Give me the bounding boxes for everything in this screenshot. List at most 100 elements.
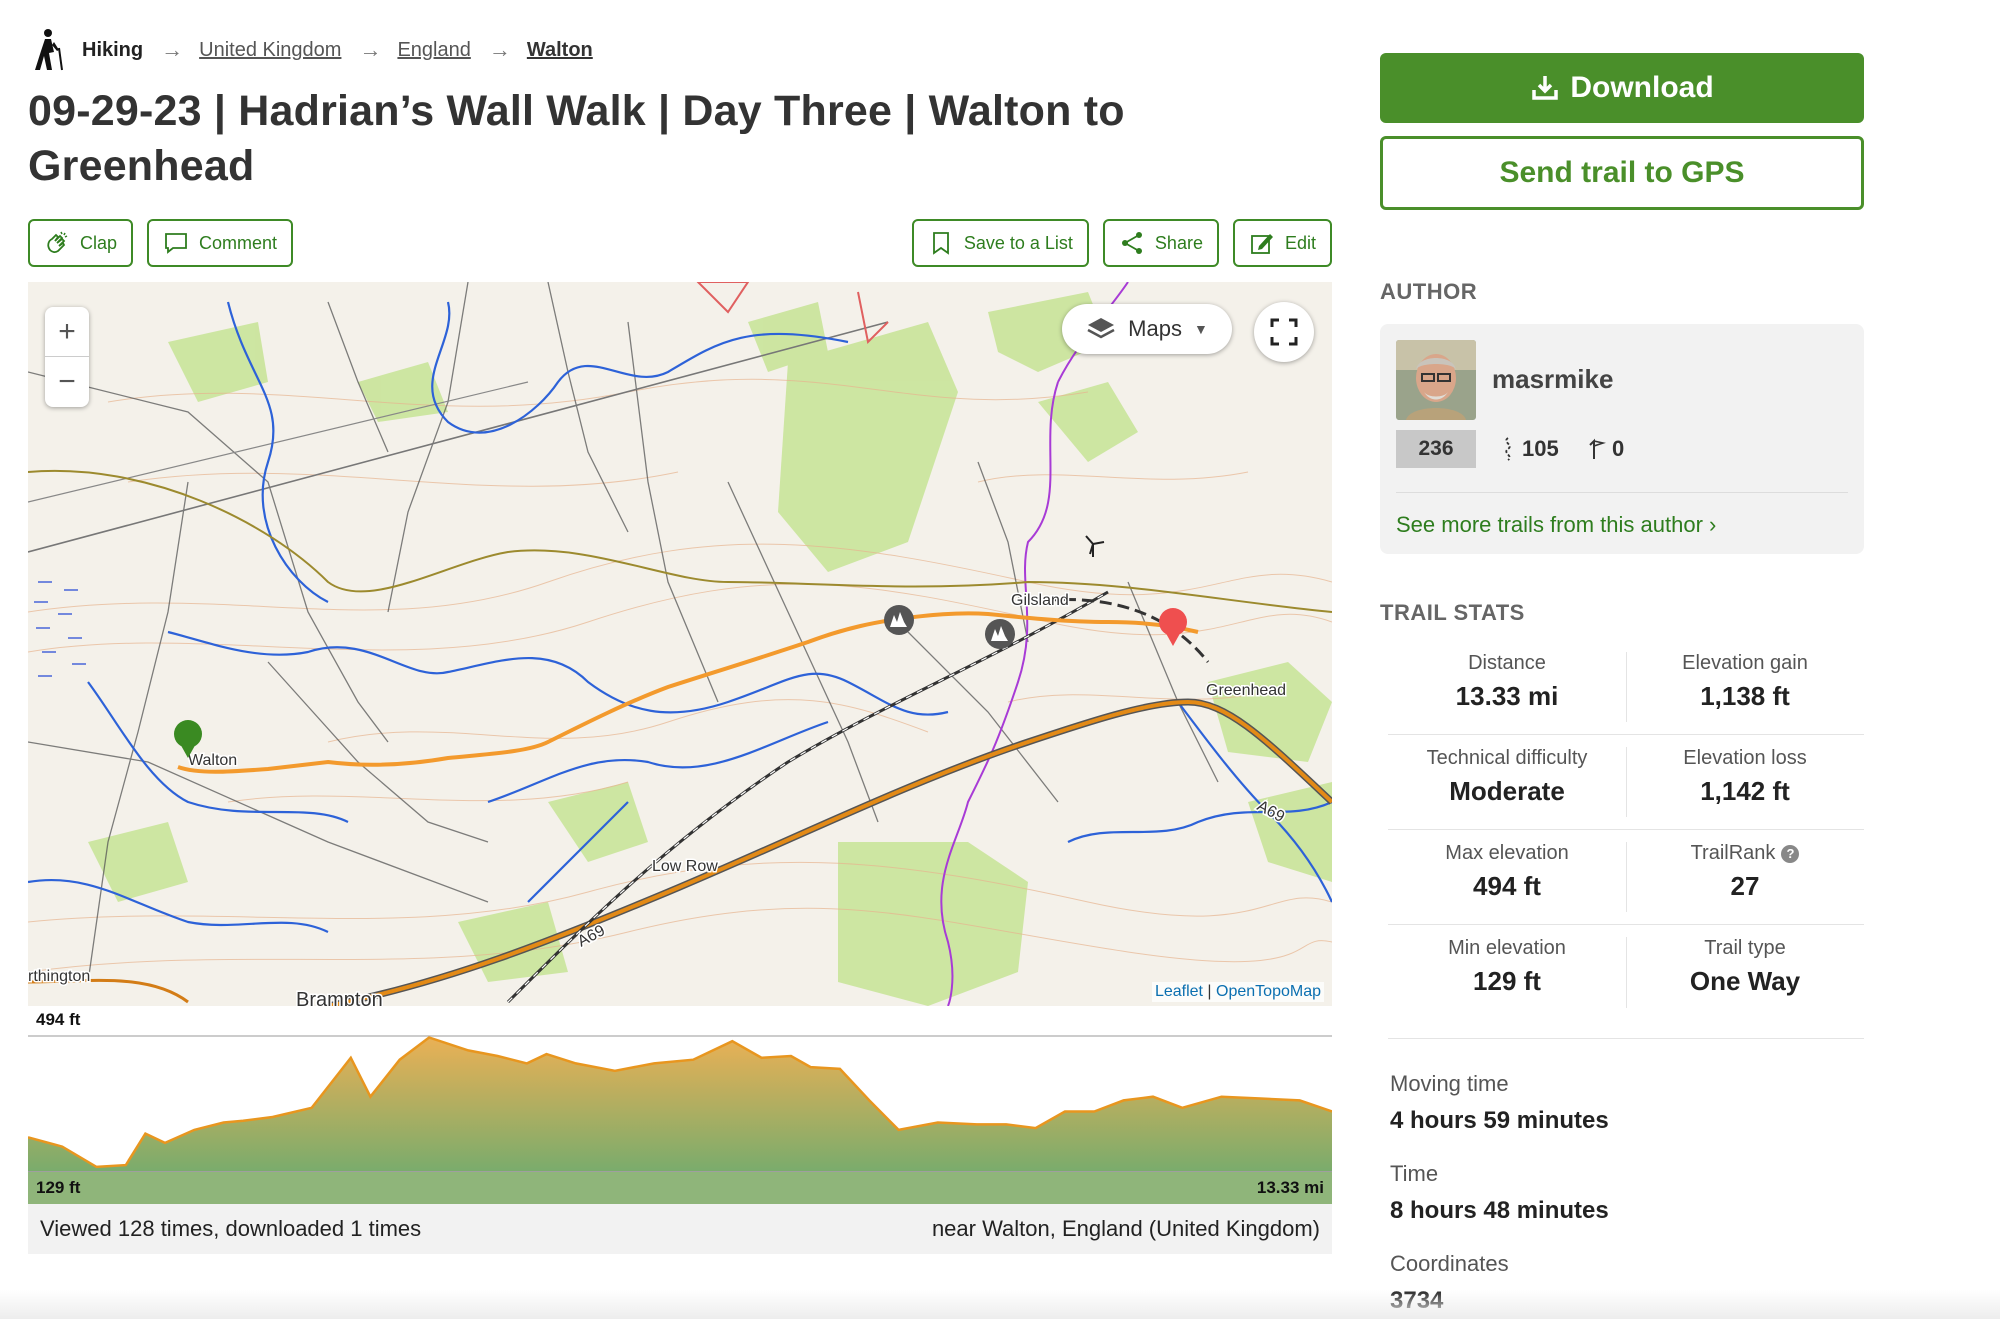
- caret-down-icon: ▼: [1193, 321, 1208, 337]
- author-rank-badge: 236: [1396, 430, 1476, 468]
- stat-value: 1,138 ft: [1700, 681, 1790, 711]
- breadcrumb: Hiking → United Kingdom → England → Walt…: [28, 28, 593, 72]
- author-flags-value: 0: [1612, 436, 1625, 461]
- author-flags-count: 0: [1588, 430, 1624, 468]
- clap-button[interactable]: Clap: [28, 219, 134, 267]
- zoom-out-button[interactable]: −: [45, 357, 89, 407]
- comment-label: Comment: [199, 232, 278, 253]
- distance-label: 13.33 mi: [1256, 1178, 1324, 1197]
- stat-elevation-gain: Elevation gain 1,138 ft: [1626, 640, 1864, 734]
- time-label: Time: [1390, 1161, 1439, 1186]
- layers-icon: [1087, 318, 1115, 339]
- trailhead-icon[interactable]: [884, 605, 914, 635]
- save-label: Save to a List: [963, 232, 1073, 253]
- elevation-chart: [27, 1035, 1333, 1204]
- avatar[interactable]: [1396, 340, 1476, 420]
- stat-label: TrailRank: [1690, 842, 1776, 864]
- stat-min-elevation: Min elevation 129 ft: [1388, 925, 1626, 1020]
- trail-icon: [1505, 437, 1511, 461]
- zoom-in-button[interactable]: +: [45, 307, 89, 357]
- elevation-area: [28, 1037, 1332, 1171]
- stat-technical-difficulty: Technical difficulty Moderate: [1388, 735, 1626, 829]
- stat-trailrank: TrailRank? 27: [1626, 830, 1864, 924]
- page-title: 09-29-23 | Hadrian’s Wall Walk | Day Thr…: [28, 87, 1125, 190]
- author-card: masrmike 236 105 0 See more trails from …: [1380, 324, 1864, 554]
- stat-distance: Distance 13.33 mi: [1388, 640, 1626, 734]
- stats-row: Min elevation 129 ft Trail type One Way: [1388, 925, 1864, 1020]
- trail-map[interactable]: Walton Gilsland Greenhead Low Row A69 A6…: [28, 282, 1332, 1006]
- breadcrumb-region[interactable]: England: [397, 39, 470, 62]
- see-more-trails-link[interactable]: See more trails from this author ›: [1396, 512, 1716, 538]
- map-tiles[interactable]: Walton Gilsland Greenhead Low Row A69 A6…: [28, 282, 1332, 1006]
- save-to-list-button[interactable]: Save to a List: [911, 219, 1089, 267]
- share-button[interactable]: Share: [1102, 219, 1219, 267]
- stat-label: Trail type: [1704, 937, 1786, 959]
- arrow-right-icon: →: [488, 37, 511, 62]
- profile-baseline-band: [28, 1172, 1332, 1204]
- comment-button[interactable]: Comment: [147, 219, 294, 267]
- map-layers-button[interactable]: Maps ▼: [1062, 304, 1232, 354]
- stat-value: One Way: [1689, 966, 1801, 996]
- stats-row: Distance 13.33 mi Elevation gain 1,138 f…: [1388, 640, 1864, 735]
- map-label-low-row: Low Row: [652, 858, 718, 875]
- stat-value: 494 ft: [1473, 871, 1541, 901]
- stats-row: Technical difficulty Moderate Elevation …: [1388, 735, 1864, 830]
- stat-label: Elevation gain: [1682, 652, 1808, 674]
- leaflet-link[interactable]: Leaflet: [1155, 983, 1203, 1000]
- share-icon: [1121, 232, 1142, 254]
- wind-turbine-icon: [1085, 535, 1105, 557]
- stat-label: Min elevation: [1448, 937, 1566, 959]
- map-label-gilsland: Gilsland: [1011, 592, 1069, 609]
- stats-row: Max elevation 494 ft TrailRank? 27: [1388, 830, 1864, 925]
- stat-value: 13.33 mi: [1455, 681, 1559, 711]
- page-bottom-fade: [0, 1290, 2000, 1319]
- edit-icon: [1251, 234, 1273, 254]
- stat-max-elevation: Max elevation 494 ft: [1388, 830, 1626, 924]
- stat-label: Max elevation: [1445, 842, 1569, 864]
- elevation-profile[interactable]: 494 ft 129 ft 13.33 mi: [27, 1006, 1333, 1204]
- map-label-greenhead: Greenhead: [1206, 682, 1286, 699]
- stat-value: 129 ft: [1473, 966, 1541, 996]
- trail-actions: Save to a List Share Edit: [911, 219, 1332, 267]
- trail-stats-grid: Distance 13.33 mi Elevation gain 1,138 f…: [1388, 640, 1864, 1020]
- time-value: 8 hours 48 minutes: [1390, 1197, 1609, 1224]
- map-label-rthington: rthington: [28, 968, 90, 985]
- help-icon[interactable]: ?: [1781, 844, 1800, 863]
- author-divider: [1396, 492, 1848, 493]
- clap-icon: [47, 231, 68, 253]
- zoom-control: + −: [45, 307, 89, 407]
- trail-location: near Walton, England (United Kingdom): [931, 1216, 1320, 1241]
- flag-icon: [1589, 438, 1606, 459]
- comment-icon: [165, 233, 187, 254]
- stat-label: Elevation loss: [1683, 747, 1807, 769]
- stat-value: 27: [1730, 871, 1760, 901]
- social-actions: Clap Comment: [28, 219, 294, 267]
- min-elevation-label: 129 ft: [36, 1178, 81, 1197]
- opentopomap-link[interactable]: OpenTopoMap: [1216, 983, 1321, 1000]
- author-name[interactable]: masrmike: [1492, 364, 1613, 395]
- download-button[interactable]: Download: [1380, 53, 1864, 123]
- stat-label: Distance: [1468, 652, 1546, 674]
- attribution-separator: |: [1202, 983, 1217, 1000]
- breadcrumb-place[interactable]: Walton: [527, 39, 593, 62]
- author-trails-count: 105: [1500, 430, 1559, 468]
- stat-label: Technical difficulty: [1426, 747, 1588, 769]
- trailhead-icon[interactable]: [985, 619, 1015, 649]
- author-trails-value: 105: [1522, 436, 1559, 461]
- end-marker-icon[interactable]: [1159, 608, 1187, 646]
- fullscreen-icon: [1270, 318, 1298, 346]
- stat-value: 1,142 ft: [1700, 776, 1790, 806]
- send-to-gps-button[interactable]: Send trail to GPS: [1380, 136, 1864, 210]
- fullscreen-button[interactable]: [1254, 302, 1314, 362]
- edit-button[interactable]: Edit: [1232, 219, 1332, 267]
- breadcrumb-hiking[interactable]: Hiking: [82, 39, 143, 62]
- stat-value: Moderate: [1449, 776, 1565, 806]
- trail-stats-heading: TRAIL STATS: [1380, 600, 1525, 625]
- view-count: Viewed 128 times, downloaded 1 times: [40, 1216, 422, 1241]
- breadcrumb-country[interactable]: United Kingdom: [199, 39, 341, 62]
- arrow-right-icon: →: [359, 37, 382, 62]
- download-icon: [1532, 76, 1559, 100]
- stat-trail-type: Trail type One Way: [1626, 925, 1864, 1020]
- stat-label-trailrank: TrailRank?: [1626, 842, 1864, 865]
- hiker-icon: [35, 29, 63, 71]
